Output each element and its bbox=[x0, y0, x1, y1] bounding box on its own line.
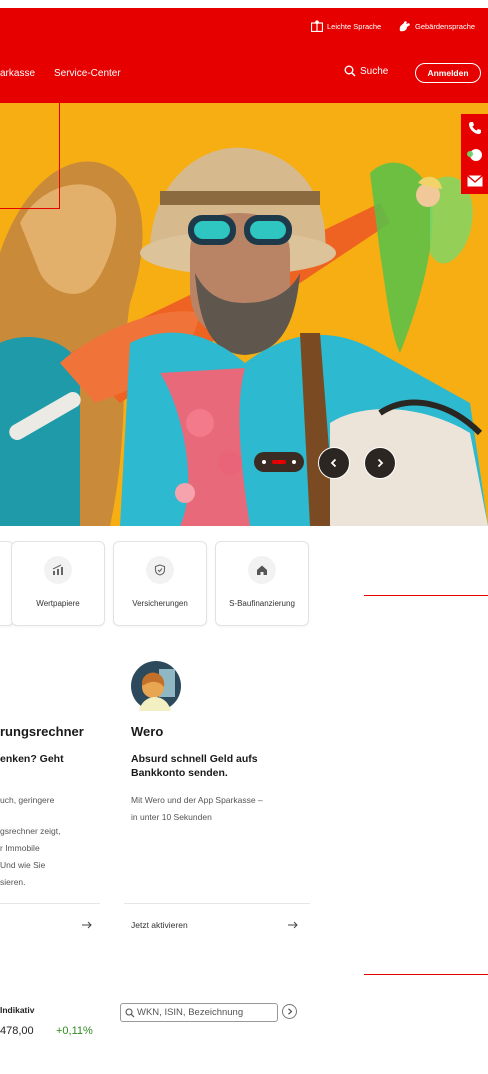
annotation-line bbox=[59, 84, 60, 208]
annotation-line bbox=[0, 208, 60, 209]
easy-language-link[interactable]: Leichte Sprache bbox=[311, 18, 381, 34]
sign-language-link[interactable]: Gebärdensprache bbox=[398, 18, 475, 34]
chat-icon[interactable] bbox=[466, 148, 483, 162]
page: Leichte Sprache Gebärdensprache arkasse … bbox=[0, 0, 488, 1074]
search-placeholder: WKN, ISIN, Bezeichnung bbox=[137, 1007, 244, 1018]
teaser-right-subtitle: Absurd schnell Geld aufs Bankkonto sende… bbox=[131, 753, 258, 779]
easy-language-label: Leichte Sprache bbox=[327, 21, 382, 31]
teaser-left-title: rungsrechner bbox=[0, 724, 84, 739]
product-card-wertpapiere[interactable]: Wertpapiere bbox=[11, 541, 105, 626]
search-label: Suche bbox=[360, 65, 389, 77]
contact-sidebar bbox=[461, 114, 488, 194]
product-label: Versicherungen bbox=[132, 599, 188, 608]
slider-prev-button[interactable] bbox=[318, 447, 350, 479]
arrow-right-icon[interactable] bbox=[82, 921, 92, 929]
nav-item-service-center[interactable]: Service-Center bbox=[54, 68, 121, 79]
slider-dot-active[interactable] bbox=[272, 460, 286, 464]
search-button[interactable]: Suche bbox=[344, 65, 388, 77]
market-change: +0,11% bbox=[56, 1025, 93, 1037]
slider-next-button[interactable] bbox=[364, 447, 396, 479]
product-card-baufinanzierung[interactable]: S-Baufinanzierung bbox=[215, 541, 309, 626]
header: Leichte Sprache Gebärdensprache arkasse … bbox=[0, 8, 488, 103]
sign-language-label: Gebärdensprache bbox=[415, 21, 476, 31]
slider-indicator[interactable] bbox=[254, 452, 304, 472]
chevron-right-icon bbox=[287, 1008, 292, 1015]
teaser-divider bbox=[124, 903, 310, 904]
product-label: Wertpapiere bbox=[36, 599, 80, 608]
teaser-left-subtitle: enken? Geht bbox=[0, 753, 64, 765]
annotation-line bbox=[349, 84, 350, 102]
search-submit-button[interactable] bbox=[282, 1004, 297, 1019]
sign-language-icon bbox=[399, 21, 410, 32]
chevron-left-icon bbox=[330, 458, 337, 468]
product-label: S-Baufinanzierung bbox=[229, 599, 295, 608]
slider-dot[interactable] bbox=[292, 460, 296, 464]
annotation-line bbox=[349, 102, 488, 103]
wero-avatar bbox=[131, 661, 181, 711]
teaser-divider bbox=[0, 903, 100, 904]
teaser-right-title: Wero bbox=[131, 724, 164, 739]
phone-icon[interactable] bbox=[468, 121, 482, 135]
hero-image bbox=[0, 147, 488, 526]
easy-language-icon bbox=[311, 20, 323, 32]
market-value: 478,00 bbox=[0, 1025, 34, 1037]
search-icon bbox=[125, 1007, 135, 1017]
mail-icon[interactable] bbox=[466, 175, 483, 187]
house-icon bbox=[248, 556, 276, 584]
hero-banner bbox=[0, 103, 488, 526]
teaser-right-body: Mit Wero und der App Sparkasse – in unte… bbox=[131, 795, 263, 822]
nav-item-sparkasse[interactable]: arkasse bbox=[0, 68, 35, 79]
chevron-right-icon bbox=[377, 458, 384, 468]
arrow-right-icon[interactable] bbox=[288, 921, 298, 929]
shield-icon bbox=[146, 556, 174, 584]
market-label: Indikativ bbox=[0, 1005, 35, 1015]
slider-dot[interactable] bbox=[262, 460, 266, 464]
teaser-left-body: uch, geringere gsrechner zeigt, r Immobi… bbox=[0, 795, 61, 887]
product-card-versicherungen[interactable]: Versicherungen bbox=[113, 541, 207, 626]
login-button[interactable]: Anmelden bbox=[415, 63, 481, 83]
annotation-line bbox=[364, 974, 488, 975]
search-icon bbox=[344, 65, 356, 77]
security-search-input[interactable]: WKN, ISIN, Bezeichnung bbox=[120, 1003, 278, 1022]
chart-icon bbox=[44, 556, 72, 584]
wero-activate-link[interactable]: Jetzt aktivieren bbox=[131, 920, 188, 930]
annotation-line bbox=[364, 595, 488, 596]
